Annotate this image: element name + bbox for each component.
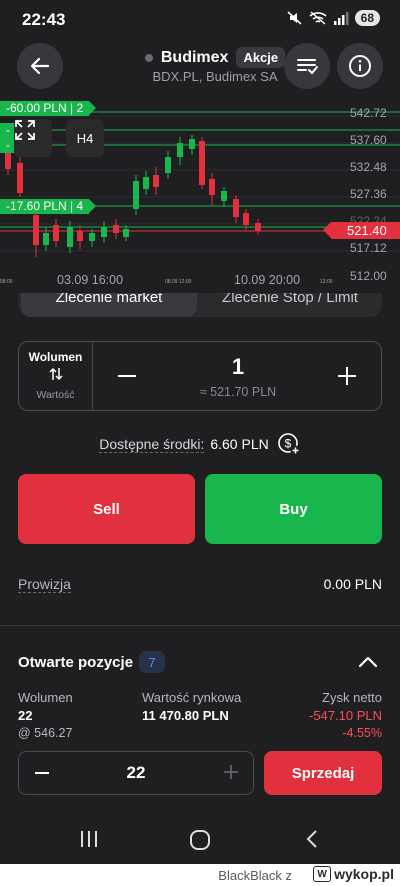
mute-icon [287, 11, 302, 25]
position-net-profit: -547.10 PLN [309, 708, 382, 723]
x-tick-label: 10.09 20:00 [234, 273, 301, 287]
position-market-value: 11 470.80 PLN [142, 708, 229, 723]
recent-apps-icon[interactable] [80, 829, 98, 849]
x-tick-small: 12:00 [320, 279, 333, 285]
close-quantity-input[interactable]: 22 [19, 763, 253, 783]
x-tick-small: 08.09 12:00 [165, 279, 192, 285]
svg-text:$: $ [284, 437, 291, 451]
candle-body [101, 227, 107, 237]
asset-type-badge: Akcje [236, 47, 286, 68]
signal-icon [333, 12, 349, 25]
position-net-profit-percent: -4.55% [342, 726, 382, 740]
watermark-bar: BlackBlack z W wykop.pl [0, 864, 400, 886]
candle-body [189, 139, 195, 149]
info-button[interactable] [337, 43, 383, 89]
order-line-tag[interactable]: -17.60 PLN | 4 [0, 199, 97, 214]
list-check-icon [297, 59, 318, 75]
x-tick-label: 03.09 16:00 [57, 273, 124, 287]
y-tick-label: 527.36 [350, 187, 387, 201]
timeframe-button[interactable]: H4 [66, 119, 104, 157]
candle-body [33, 215, 39, 245]
available-funds-label[interactable]: Dostępne środki: [99, 436, 205, 453]
market-status-dot [144, 53, 153, 62]
position-net-profit-header: Zysk netto [322, 690, 382, 705]
candle-body [67, 227, 73, 247]
position-avg-price: @ 546.27 [18, 726, 73, 740]
swap-icon [48, 367, 63, 381]
candle-body [255, 223, 261, 231]
system-nav-bar [0, 815, 400, 864]
x-tick-small: 08:00 [0, 279, 13, 285]
candle-body [209, 179, 215, 195]
candle-body [153, 175, 159, 187]
current-price-tag: 521.40 [323, 222, 400, 239]
candle-body [233, 199, 239, 217]
candle-body [53, 225, 59, 241]
status-icons: 68 [287, 10, 380, 26]
collapse-positions-button[interactable] [356, 652, 380, 672]
volume-alt-mode-label: Wartość [36, 389, 75, 401]
close-position-button[interactable]: Sprzedaj [264, 751, 382, 795]
candle-body [133, 181, 139, 209]
close-quantity-stepper: 22 [18, 751, 254, 795]
watermark-user: BlackBlack z [218, 868, 292, 883]
watchlist-button[interactable] [284, 43, 330, 89]
candle-body [123, 229, 129, 237]
battery-icon: 68 [354, 10, 380, 26]
commission-value: 0.00 PLN [323, 576, 382, 592]
candle-body [165, 157, 171, 173]
y-tick-label: 542.72 [350, 106, 387, 120]
open-positions-count-badge: 7 [139, 651, 165, 673]
available-funds-value: 6.60 PLN [210, 436, 269, 452]
wifi-icon [309, 11, 327, 25]
position-volume-header: Wolumen [18, 690, 73, 705]
wykop-logo-icon: W [313, 866, 332, 882]
fullscreen-button[interactable] [14, 119, 52, 157]
wykop-logo: W wykop.pl [313, 866, 394, 882]
open-positions-title[interactable]: Otwarte pozycje [18, 654, 133, 671]
available-funds: Dostępne środki: 6.60 PLN $ [0, 432, 400, 456]
sell-button[interactable]: Sell [18, 474, 195, 544]
y-tick-label: 537.60 [350, 133, 387, 147]
price-chart[interactable]: 542.72 537.60 532.48 527.36 522.24 517.1… [0, 97, 400, 293]
section-divider [0, 625, 400, 626]
candle-body [143, 177, 149, 189]
y-tick-label: 517.12 [350, 241, 387, 255]
candle-body [89, 233, 95, 241]
info-icon [349, 55, 371, 77]
home-icon[interactable] [189, 829, 211, 851]
commission-label[interactable]: Prowizja [18, 576, 71, 593]
deposit-icon[interactable]: $ [277, 432, 301, 456]
volume-mode-label: Wolumen [28, 350, 83, 364]
status-bar: 22:43 68 [0, 0, 400, 38]
wykop-logo-text: wykop.pl [334, 866, 394, 882]
y-tick-label: 512.00 [350, 269, 387, 283]
tab-market-order[interactable]: Zlecenie market [21, 293, 197, 317]
volume-stepper: Wolumen Wartość 1 ≈ 521.70 PLN [18, 341, 382, 411]
candle-body [243, 213, 249, 225]
expand-icon [15, 120, 35, 140]
position-volume: 22 [18, 708, 33, 723]
tab-stop-limit-order[interactable]: Zlecenie Stop / Limit [200, 293, 380, 317]
candle-body [77, 231, 83, 241]
increase-close-qty-button[interactable] [223, 764, 239, 780]
candle-body [43, 233, 49, 245]
candle-body [17, 163, 23, 193]
position-market-value-header: Wartość rynkowa [142, 690, 242, 705]
clock: 22:43 [22, 10, 66, 29]
candle-body [113, 225, 119, 233]
app-screen: 22:43 68 Budimex Akcje BDX.PL, Budimex S… [0, 0, 400, 864]
volume-mode-toggle[interactable]: Wolumen Wartość [19, 342, 93, 410]
back-nav-icon[interactable] [305, 829, 319, 849]
order-type-tabs: Zlecenie market Zlecenie Stop / Limit [18, 293, 382, 321]
order-line-tag[interactable]: -60.00 PLN | 2 [0, 101, 97, 116]
y-tick-label: 532.48 [350, 160, 387, 174]
instrument-name: Budimex [160, 48, 229, 66]
candle-body [177, 143, 183, 157]
candle-body [221, 191, 227, 201]
increase-volume-button[interactable] [335, 364, 359, 388]
candlestick-chart [0, 111, 400, 257]
candle-body [199, 141, 205, 185]
buy-button[interactable]: Buy [205, 474, 382, 544]
